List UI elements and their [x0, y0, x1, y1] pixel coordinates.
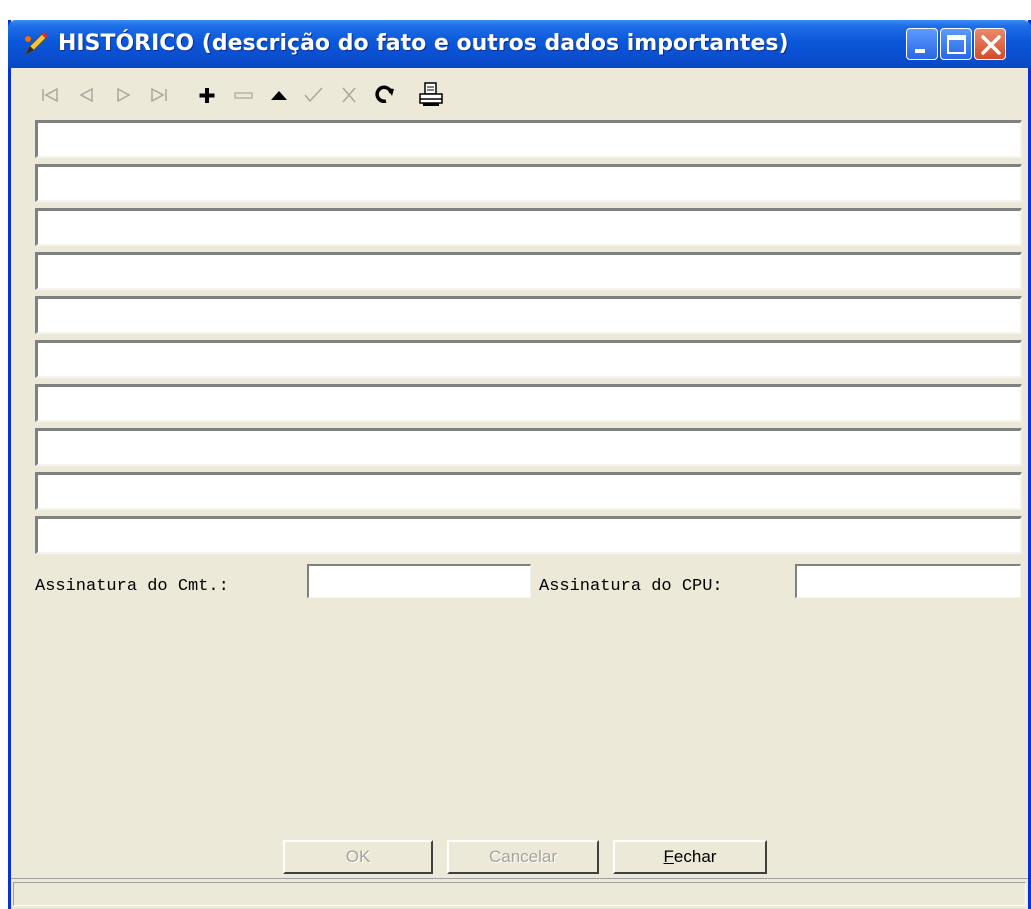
- close-button[interactable]: Fechar: [613, 840, 767, 874]
- cancel-edit-icon: [342, 87, 356, 103]
- close-button-label: echar: [673, 847, 717, 866]
- insert-record-button[interactable]: [193, 80, 221, 110]
- history-line-2[interactable]: [35, 164, 1022, 202]
- navigator-toolbar: [29, 76, 1009, 116]
- print-button[interactable]: [417, 80, 445, 110]
- delete-record-icon: [234, 92, 253, 99]
- refresh-button[interactable]: [371, 80, 399, 110]
- cmt-signature-field[interactable]: [307, 564, 531, 598]
- first-record-button[interactable]: [37, 80, 65, 110]
- background-strip: [0, 0, 1031, 20]
- last-record-button[interactable]: [145, 80, 173, 110]
- post-edit-button[interactable]: [299, 80, 327, 110]
- ok-button-label: OK: [345, 847, 371, 866]
- cancel-button[interactable]: Cancelar: [447, 840, 599, 874]
- print-icon: [419, 82, 443, 106]
- edit-record-icon: [271, 91, 287, 100]
- historico-window: HISTÓRICO (descrição do fato e outros da…: [8, 20, 1031, 909]
- insert-record-icon: [199, 88, 215, 103]
- history-line-9[interactable]: [35, 472, 1022, 510]
- title-bar[interactable]: HISTÓRICO (descrição do fato e outros da…: [8, 20, 1031, 68]
- history-line-4[interactable]: [35, 252, 1022, 290]
- history-line-1[interactable]: [35, 120, 1022, 158]
- maximize-button[interactable]: [940, 28, 972, 60]
- cpu-signature-field[interactable]: [795, 564, 1021, 598]
- edit-record-button[interactable]: [265, 80, 293, 110]
- window-title: HISTÓRICO (descrição do fato e outros da…: [58, 31, 789, 56]
- history-line-8[interactable]: [35, 428, 1022, 466]
- minimize-button[interactable]: [906, 28, 938, 60]
- prior-record-icon: [79, 87, 93, 103]
- last-record-icon: [151, 87, 167, 103]
- history-line-3[interactable]: [35, 208, 1022, 246]
- close-window-button[interactable]: [974, 28, 1006, 60]
- minimize-icon: [915, 49, 925, 53]
- first-record-icon: [42, 87, 58, 103]
- post-edit-icon: [304, 87, 323, 103]
- delete-record-button[interactable]: [229, 80, 257, 110]
- refresh-icon: [375, 85, 394, 103]
- history-line-10[interactable]: [35, 516, 1022, 554]
- history-line-7[interactable]: [35, 384, 1022, 422]
- close-icon: [981, 35, 1001, 55]
- status-bar: [11, 878, 1028, 909]
- history-line-6[interactable]: [35, 340, 1022, 378]
- status-panel: [13, 882, 1026, 906]
- prior-record-button[interactable]: [73, 80, 101, 110]
- next-record-button[interactable]: [109, 80, 137, 110]
- maximize-icon: [947, 35, 966, 54]
- close-button-accelerator: F: [663, 847, 674, 866]
- ok-button[interactable]: OK: [283, 840, 433, 874]
- history-line-5[interactable]: [35, 296, 1022, 334]
- pen-icon: [24, 32, 48, 56]
- cmt-signature-label: Assinatura do Cmt.:: [35, 577, 229, 596]
- cancel-button-label: Cancelar: [488, 847, 558, 866]
- cancel-edit-button[interactable]: [335, 80, 363, 110]
- cpu-signature-label: Assinatura do CPU:: [539, 577, 723, 596]
- next-record-icon: [117, 87, 131, 103]
